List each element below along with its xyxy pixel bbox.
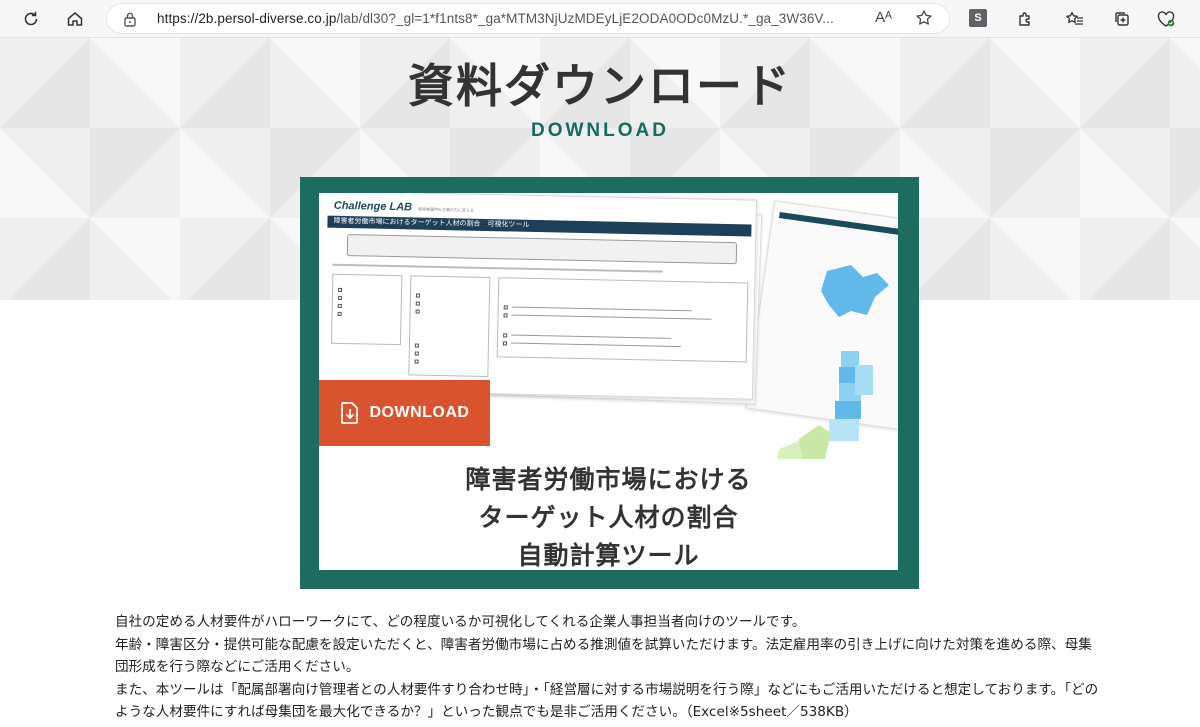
favorite-star-icon[interactable]: [915, 9, 933, 31]
page-title: 資料ダウンロード: [408, 59, 792, 113]
description: 自社の定める人材要件がハローワークにて、どの程度いるか可視化してくれる企業人事担…: [115, 611, 1105, 724]
url-text[interactable]: https://2b.persol-diverse.co.jp/lab/dl30…: [157, 11, 834, 26]
japan-map-illustration: [777, 265, 889, 459]
address-bar[interactable]: https://2b.persol-diverse.co.jp/lab/dl30…: [106, 3, 950, 34]
doc-header-bar: 障害者労働市場におけるターゲット人材の割合 可視化ツール: [327, 215, 752, 237]
hero-image-inner: Challenge LAB 障害者雇用を企業の力に変える 障害者労働市場におけるタ…: [319, 193, 898, 570]
hero-caption: 障害者労働市場における ターゲット人材の割合 自動計算ツール: [465, 465, 752, 570]
download-hero-image[interactable]: Challenge LAB 障害者雇用を企業の力に変える 障害者労働市場におけるタ…: [300, 177, 919, 589]
doc-logo: Challenge LAB 障害者雇用を企業の力に変える: [333, 199, 474, 214]
download-button-label: DOWNLOAD: [369, 404, 470, 421]
read-aloud-icon[interactable]: Aᴬ: [875, 9, 892, 26]
page-subtitle: DOWNLOAD: [531, 120, 669, 141]
description-line-3: また、本ツールは「配属部署向け管理者との人材要件すり合わせ時」・「経営層に対する…: [115, 681, 1099, 721]
document-sheet-front: Challenge LAB 障害者雇用を企業の力に変える 障害者労働市場におけるタ…: [319, 193, 758, 400]
download-file-icon: [340, 402, 358, 424]
download-button[interactable]: DOWNLOAD: [319, 380, 490, 446]
page-content: 資料ダウンロード DOWNLOAD Challenge LAB 障害者雇用を企業の…: [0, 38, 1200, 727]
favorites-icon[interactable]: [1061, 5, 1089, 33]
description-line-1: 自社の定める人材要件がハローワークにて、どの程度いるか可視化してくれる企業人事担…: [115, 614, 806, 630]
description-line-2: 年齢・障害区分・提供可能な配慮を設定いただくと、障害者労働市場に占める推測値を試…: [115, 636, 1092, 676]
reload-icon[interactable]: [17, 5, 45, 33]
home-icon[interactable]: [61, 5, 89, 33]
browser-essentials-icon[interactable]: [1152, 5, 1180, 33]
browser-toolbar: https://2b.persol-diverse.co.jp/lab/dl30…: [0, 0, 1200, 38]
lock-icon[interactable]: [123, 11, 137, 31]
doc-note-box: [346, 234, 738, 265]
collections-icon[interactable]: [1108, 5, 1136, 33]
extensions-puzzle-icon[interactable]: [1011, 5, 1039, 33]
extension-s-icon[interactable]: S: [969, 9, 987, 27]
